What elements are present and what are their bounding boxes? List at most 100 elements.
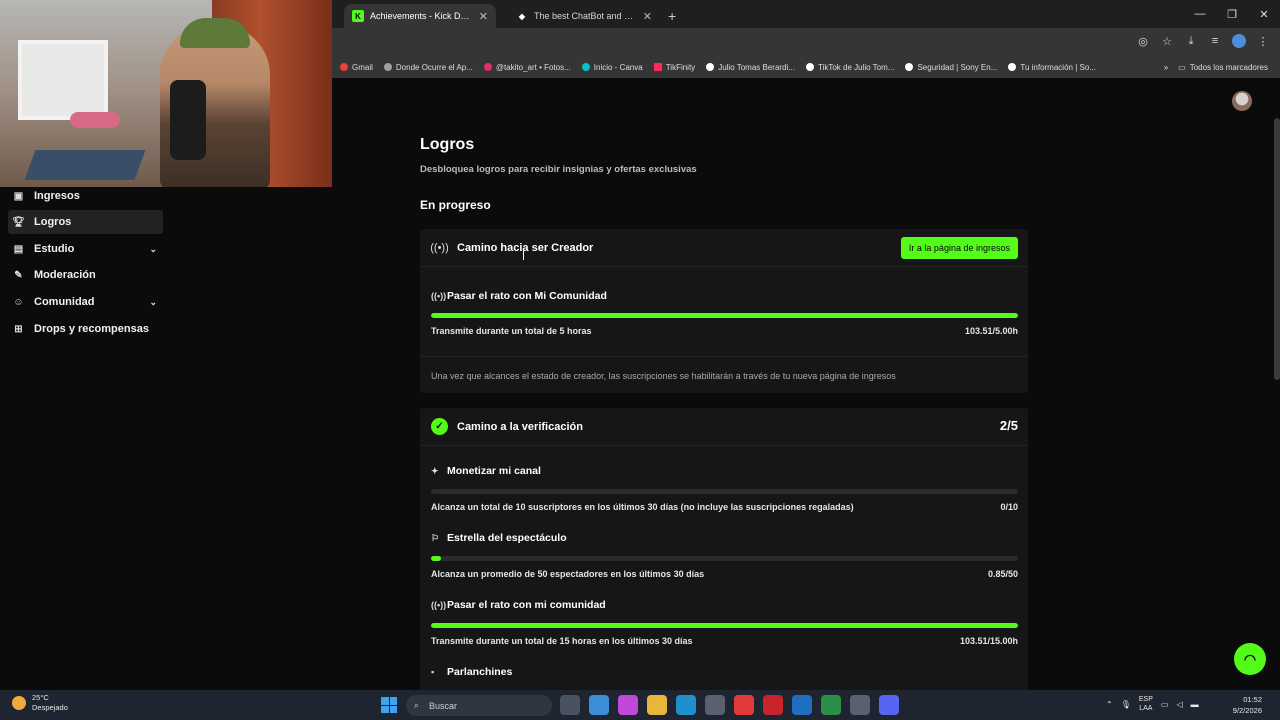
taskbar-apps	[560, 695, 899, 715]
gmail-icon	[340, 63, 348, 71]
outlook-icon[interactable]	[792, 695, 812, 715]
bookmark-gmail[interactable]: Gmail	[340, 63, 373, 72]
close-tab-icon[interactable]: ✕	[643, 10, 652, 23]
widget-app-icon[interactable]	[618, 695, 638, 715]
bookmark-sony-security[interactable]: Seguridad | Sony En...	[905, 63, 997, 72]
achievement-desc: Transmite durante un total de 5 horas	[431, 326, 592, 336]
folder-icon: ▭	[1178, 62, 1186, 72]
copilot-icon[interactable]	[589, 695, 609, 715]
achievement-desc: Alcanza un total de 10 suscriptores en l…	[431, 502, 854, 512]
bookmark-donde[interactable]: Donde Ocurre el Ap...	[383, 63, 473, 72]
card-header: ✓ Camino a la verificación 2/5	[420, 408, 1028, 446]
all-bookmarks[interactable]: ▭ Todos los marcadores	[1178, 63, 1268, 72]
sidebar-item-label: Moderación	[34, 269, 96, 281]
achievement-value: 0/10	[1000, 502, 1018, 512]
search-placeholder: Buscar	[429, 700, 458, 711]
more-bookmarks-icon[interactable]: »	[1164, 63, 1168, 72]
sidebar-item-comunidad[interactable]: ☺ Comunidad ⌄	[8, 290, 163, 314]
card-header: ((•)) Camino hacia ser Creador Ir a la p…	[420, 229, 1028, 267]
red-app-icon[interactable]	[734, 695, 754, 715]
avatar[interactable]	[1232, 91, 1252, 111]
achievement-item: ((•)) Pasar el rato con mi comunidad Tra…	[431, 599, 1018, 649]
progress-fill	[431, 313, 1018, 318]
broadcast-icon: ((•))	[430, 241, 449, 254]
minimize-icon[interactable]: —	[1184, 0, 1216, 28]
broadcast-icon: ((•))	[431, 291, 447, 301]
bookmark-instagram[interactable]: @takito_art • Fotos...	[483, 62, 571, 72]
menu-icon[interactable]: ⋮	[1256, 34, 1270, 48]
verification-path-card: ✓ Camino a la verificación 2/5 ✦ Monetiz…	[420, 408, 1028, 698]
toolbar-icons: ◎ ☆ ⤓ ≡ ⋮	[1136, 34, 1270, 48]
new-tab-icon[interactable]: +	[668, 8, 676, 24]
browser-tabbar: K Achievements - Kick Dashboard ✕ ◆ The …	[332, 0, 1280, 28]
achievement-name-label: Pasar el rato con mi comunidad	[447, 599, 606, 611]
window-controls: — ❐ ✕	[1184, 0, 1280, 28]
clock[interactable]: 01:52 9/2/2026	[1233, 694, 1262, 716]
volume-icon[interactable]: ◁	[1176, 700, 1182, 709]
bookmark-tiktok[interactable]: TikTok de Julio Tom...	[805, 63, 894, 72]
mic-icon[interactable]: 🎙︎	[1121, 700, 1131, 709]
network-icon[interactable]: ▭	[1161, 700, 1169, 709]
sidebar-item-logros[interactable]: 🏆︎ Logros	[8, 210, 163, 234]
sidebar-item-label: Estudio	[34, 243, 75, 255]
tab-chatbot[interactable]: ◆ The best ChatBot and Widgets ✕	[508, 4, 660, 28]
sidebar-item-ingresos[interactable]: ▣ Ingresos	[8, 184, 163, 208]
weather-widget[interactable]: 25°C Despejado	[12, 693, 68, 713]
profile-icon[interactable]	[1232, 34, 1246, 48]
scrollbar[interactable]	[1274, 118, 1280, 380]
edge-icon[interactable]	[676, 695, 696, 715]
studio-icon: ▤	[13, 243, 24, 255]
bookmark-label: @takito_art • Fotos...	[495, 62, 571, 72]
windows-start-icon[interactable]	[381, 697, 397, 713]
maximize-icon[interactable]: ❐	[1216, 0, 1248, 28]
moon-weather-icon	[12, 696, 26, 710]
lang-code: ESP	[1138, 696, 1153, 703]
sony-icon	[1008, 63, 1017, 71]
progress-bar	[431, 556, 1018, 561]
chrome-icon[interactable]	[821, 695, 841, 715]
chevron-up-icon[interactable]: ⌃	[1106, 700, 1113, 709]
sidebar-item-estudio[interactable]: ▤ Estudio ⌄	[8, 237, 163, 261]
bookmark-sony-info[interactable]: Tu información | So...	[1008, 63, 1096, 72]
taskbar-search[interactable]: ⌕ Buscar	[406, 695, 552, 716]
task-view-icon[interactable]	[560, 695, 580, 715]
eye-off-icon[interactable]: ◎	[1136, 34, 1150, 48]
main-content: Logros Desbloquea logros para recibir in…	[332, 78, 1280, 698]
settings-icon[interactable]	[850, 695, 870, 715]
sparkle-icon: ✦	[431, 465, 439, 476]
go-to-earnings-button[interactable]: Ir a la página de ingresos	[900, 237, 1018, 259]
sony-icon	[905, 63, 914, 71]
store-icon[interactable]	[705, 695, 725, 715]
tiktok-icon	[805, 63, 814, 71]
tab-achievements[interactable]: K Achievements - Kick Dashboard ✕	[344, 4, 496, 28]
bookmarks-bar: Gmail Donde Ocurre el Ap... @takito_art …	[332, 56, 1280, 78]
bookmark-canva[interactable]: Inicio - Canva	[581, 63, 643, 72]
close-tab-icon[interactable]: ✕	[479, 10, 488, 23]
achievement-desc: Alcanza un promedio de 50 espectadores e…	[431, 569, 705, 579]
close-window-icon[interactable]: ✕	[1248, 0, 1280, 28]
weather-text: 25°C Despejado	[32, 693, 68, 713]
download-icon[interactable]: ⤓	[1184, 34, 1198, 48]
language-indicator[interactable]: ESP LAA	[1139, 695, 1153, 713]
bookmark-julio[interactable]: Julio Tomas Berardi...	[706, 63, 795, 72]
support-chat-button[interactable]: ◠	[1234, 643, 1266, 675]
tab-title: The best ChatBot and Widgets	[534, 11, 637, 21]
discord-icon[interactable]	[879, 695, 899, 715]
file-explorer-icon[interactable]	[647, 695, 667, 715]
mcafee-icon[interactable]	[763, 695, 783, 715]
achievement-name-label: Parlanchines	[447, 666, 513, 678]
sidebar-item-moderacion[interactable]: ✎ Moderación	[8, 263, 163, 287]
text-cursor	[523, 250, 527, 260]
browser-toolbar: ◎ ☆ ⤓ ≡ ⋮	[332, 28, 1280, 56]
media-icon[interactable]: ≡	[1208, 34, 1222, 48]
achievement-name-label: Estrella del espectáculo	[447, 532, 567, 544]
battery-icon[interactable]: ▬	[1191, 700, 1199, 709]
chevron-down-icon: ⌄	[149, 243, 157, 254]
progress-fill	[431, 556, 441, 561]
sidebar-item-drops[interactable]: ⊞ Drops y recompensas	[8, 317, 163, 341]
star-person-icon: ⚐	[431, 532, 440, 543]
tikfinity-icon	[653, 63, 662, 71]
star-icon[interactable]: ☆	[1160, 34, 1174, 48]
bookmark-tikfinity[interactable]: TikFinity	[653, 63, 695, 72]
achievement-value: 103.51/5.00h	[964, 326, 1018, 336]
